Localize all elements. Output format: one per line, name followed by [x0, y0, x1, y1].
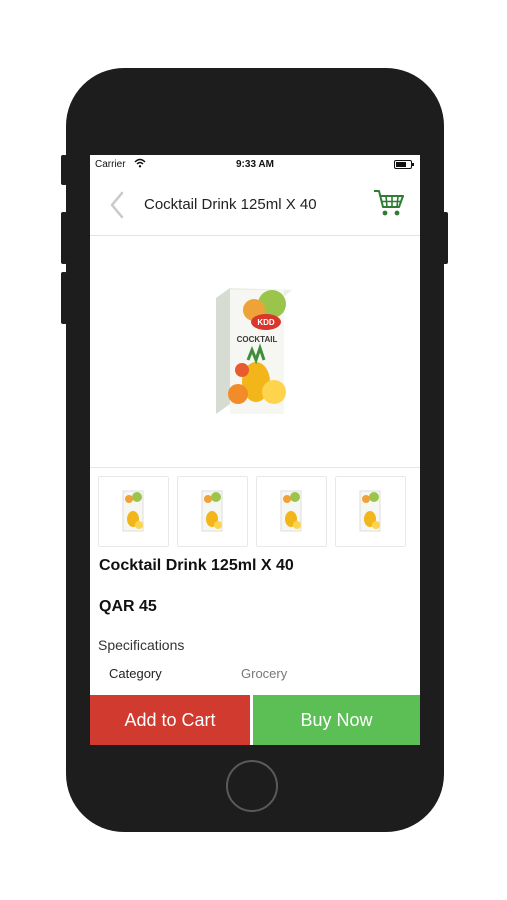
spec-category-value: Grocery: [241, 666, 288, 681]
status-time: 9:33 AM: [236, 159, 274, 170]
spec-category-label: Category: [109, 666, 162, 681]
home-button[interactable]: [226, 760, 278, 812]
product-price: QAR 45: [99, 598, 157, 615]
status-bar: Carrier 9:33 AM: [90, 155, 420, 175]
chevron-left-icon[interactable]: [104, 189, 130, 221]
thumbnail-1[interactable]: [98, 476, 169, 547]
brand-logo: KDD: [257, 318, 275, 327]
add-to-cart-button[interactable]: Add to Cart: [90, 695, 250, 745]
product-image-area: KDD COCKTAIL: [90, 236, 420, 468]
battery-level: [396, 162, 406, 167]
page-title: Cocktail Drink 125ml X 40: [144, 196, 317, 213]
shopping-cart-icon[interactable]: [372, 187, 406, 219]
app-screen: Carrier 9:33 AM Cocktail Drink 125ml X 4…: [90, 155, 420, 745]
product-name: Cocktail Drink 125ml X 40: [99, 557, 294, 574]
specifications-heading: Specifications: [98, 637, 185, 653]
navigation-bar: Cocktail Drink 125ml X 40: [90, 175, 420, 236]
thumbnail-2[interactable]: [177, 476, 248, 547]
thumbnail-3[interactable]: [256, 476, 327, 547]
thumbnail-strip: [98, 476, 412, 548]
product-image[interactable]: KDD COCKTAIL: [208, 284, 294, 420]
thumbnail-4[interactable]: [335, 476, 406, 547]
buy-now-button[interactable]: Buy Now: [253, 695, 420, 745]
product-label-text: COCKTAIL: [237, 335, 278, 344]
battery-icon: [394, 160, 414, 169]
